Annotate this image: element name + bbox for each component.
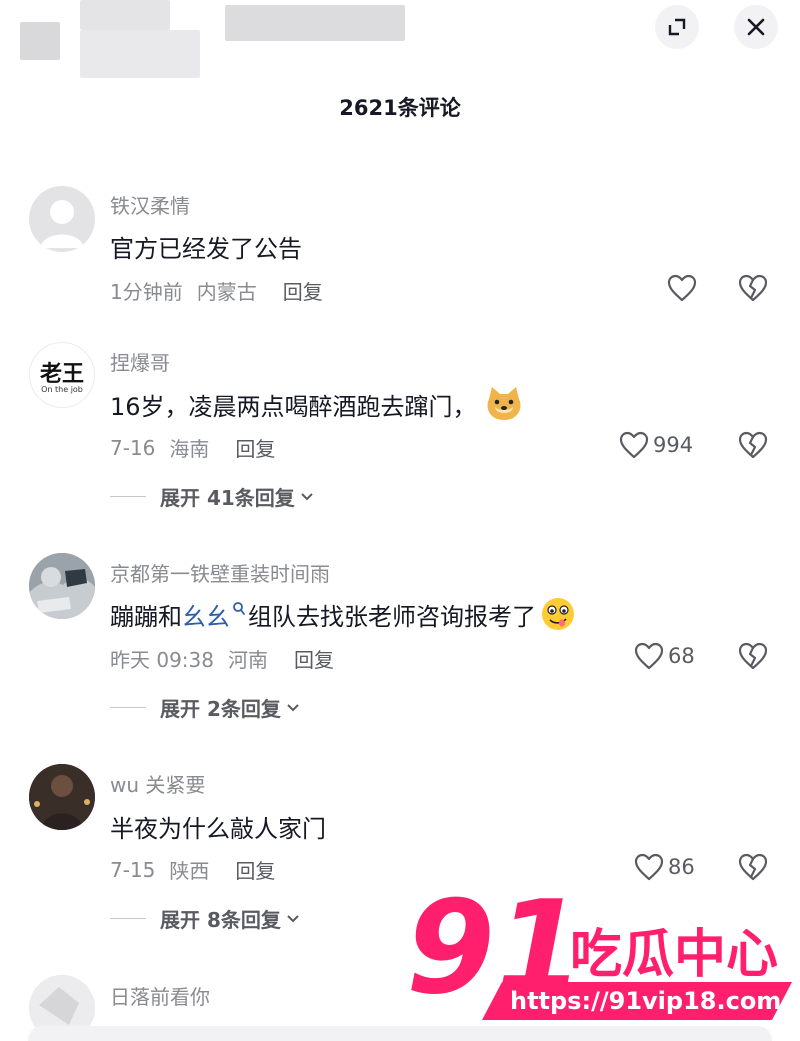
- dislike-button[interactable]: [738, 274, 768, 306]
- comment-time: 昨天 09:38: [110, 648, 214, 672]
- comment-username[interactable]: 京都第一铁壁重装时间雨: [110, 558, 330, 587]
- comment-username[interactable]: 铁汉柔情: [110, 190, 190, 219]
- avatar[interactable]: [29, 553, 95, 619]
- doge-emoji-icon: [487, 387, 521, 420]
- comment-time: 7-15: [110, 857, 156, 882]
- comment-count-title: 2621条评论: [339, 96, 461, 120]
- close-button[interactable]: [734, 5, 778, 49]
- comment-location: 河南: [228, 648, 268, 672]
- like-button[interactable]: [667, 274, 697, 302]
- dislike-button[interactable]: [738, 431, 768, 463]
- comment-username[interactable]: wu 关紧要: [110, 769, 205, 798]
- close-icon: [747, 18, 765, 36]
- comment-meta: 1分钟前 内蒙古 回复: [110, 276, 323, 305]
- expand-icon: [668, 18, 686, 36]
- expand-replies-label: 展开 8条回复: [160, 908, 281, 932]
- avatar-text: 老王: [39, 362, 84, 387]
- comment-text-before: 蹦蹦和: [110, 602, 182, 631]
- comment-text: 16岁，凌晨两点喝醉酒跑去蹿门，: [110, 392, 477, 421]
- broken-heart-icon: [738, 431, 768, 459]
- watermark-url: https://91vip18.com: [510, 987, 781, 1015]
- heart-icon: [634, 642, 664, 670]
- chevron-down-icon: [287, 703, 299, 711]
- broken-heart-icon: [738, 274, 768, 302]
- comment-username[interactable]: 日落前看你: [110, 981, 210, 1010]
- comment-username[interactable]: 捏爆哥: [110, 347, 170, 376]
- comment-meta: 昨天 09:38 河南 回复: [110, 644, 334, 673]
- expand-replies-label: 展开 2条回复: [160, 697, 281, 721]
- comment-text: 官方已经发了公告: [110, 235, 302, 263]
- expand-divider: [110, 496, 146, 497]
- broken-heart-icon: [738, 642, 768, 670]
- like-button[interactable]: 68: [634, 642, 695, 670]
- search-icon[interactable]: [232, 601, 246, 617]
- avatar[interactable]: 老王 On the job: [29, 342, 95, 408]
- comment-time: 7-16: [110, 435, 156, 460]
- reply-button[interactable]: 回复: [283, 276, 323, 305]
- expand-replies-label: 展开 41条回复: [160, 486, 295, 510]
- expand-replies-button[interactable]: 展开 2条回复: [110, 693, 301, 722]
- comment-location: 海南: [169, 437, 210, 461]
- comment-text-row: 16岁，凌晨两点喝醉酒跑去蹿门，: [110, 385, 525, 423]
- comment-meta: 7-15 陕西 回复: [110, 855, 275, 884]
- avatar[interactable]: [29, 186, 95, 252]
- comment-location: 陕西: [169, 859, 210, 883]
- expand-replies-button[interactable]: 展开 41条回复: [110, 482, 315, 511]
- reply-button[interactable]: 回复: [235, 433, 275, 462]
- watermark-brand: 吃瓜中心: [570, 925, 778, 985]
- comment-meta: 7-16 海南 回复: [110, 433, 275, 462]
- reply-button[interactable]: 回复: [294, 644, 334, 673]
- reply-button[interactable]: 回复: [235, 855, 275, 884]
- watermark-logo: 91 吃瓜中心 https://91vip18.com: [400, 872, 800, 1041]
- expand-button[interactable]: [655, 5, 699, 49]
- comment-location: 内蒙古: [196, 280, 257, 304]
- avatar[interactable]: [29, 764, 95, 830]
- dislike-button[interactable]: [738, 642, 768, 674]
- expand-divider: [110, 707, 146, 708]
- comment-time: 1分钟前: [110, 280, 183, 304]
- avatar-subtext: On the job: [41, 385, 83, 394]
- comment-text-row: 蹦蹦和 幺幺 组队去找张老师咨询报考了: [110, 596, 576, 632]
- comment-text-after: 组队去找张老师咨询报考了: [248, 602, 536, 631]
- like-count: 68: [668, 644, 695, 668]
- drooling-emoji-icon: [542, 598, 574, 630]
- comment-text: 半夜为什么敲人家门: [110, 815, 326, 843]
- like-button[interactable]: 994: [619, 431, 693, 459]
- heart-icon: [667, 274, 697, 302]
- heart-icon: [619, 431, 649, 459]
- chevron-down-icon: [287, 914, 299, 922]
- mention-link[interactable]: 幺幺: [182, 597, 230, 632]
- chevron-down-icon: [301, 492, 313, 500]
- expand-divider: [110, 918, 146, 919]
- like-count: 994: [653, 433, 694, 457]
- expand-replies-button[interactable]: 展开 8条回复: [110, 904, 301, 933]
